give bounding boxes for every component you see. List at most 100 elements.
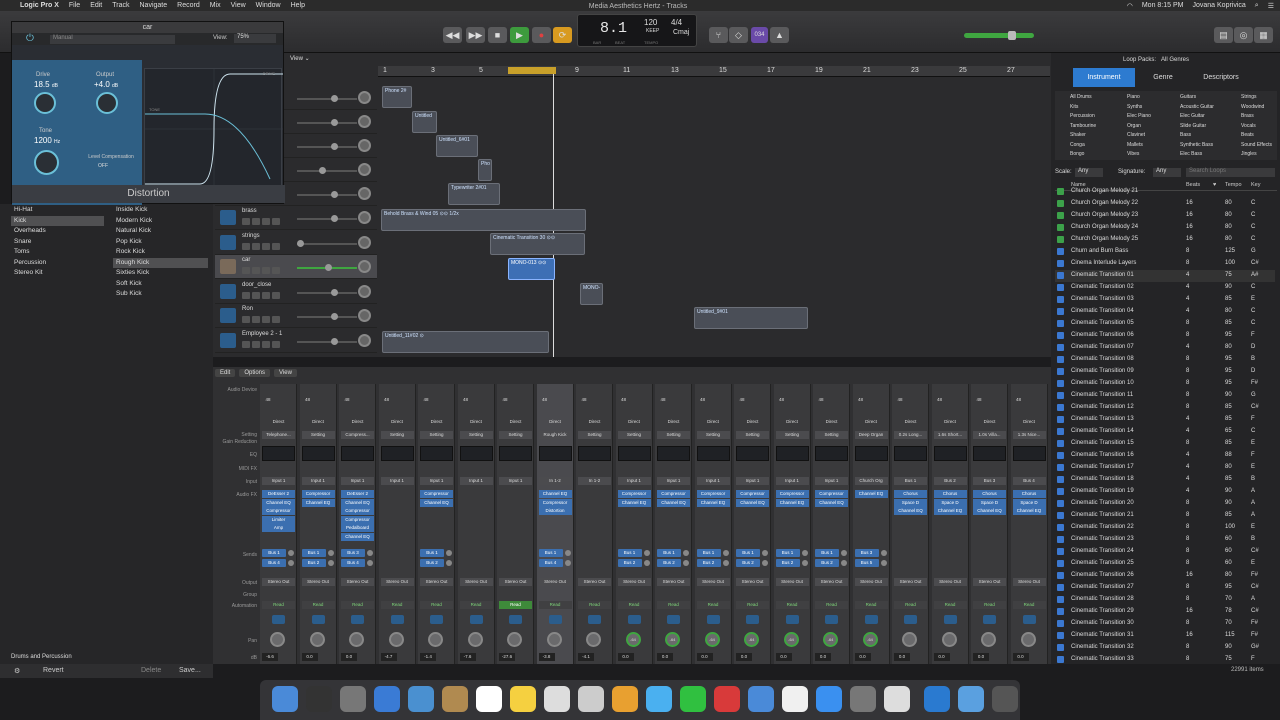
output-slot[interactable]: Stereo Out bbox=[499, 578, 532, 586]
automation-mode[interactable]: Read bbox=[696, 601, 730, 609]
signature-menu[interactable]: Any bbox=[1153, 168, 1181, 177]
messages-icon[interactable] bbox=[646, 686, 672, 712]
input-button[interactable] bbox=[272, 316, 280, 323]
music-icon[interactable] bbox=[782, 686, 808, 712]
pan-knob[interactable] bbox=[546, 632, 562, 647]
output-slot[interactable]: Stereo Out bbox=[854, 578, 888, 586]
output-slot[interactable]: Stereo Out bbox=[617, 578, 651, 586]
input-slot[interactable]: Church Org bbox=[854, 477, 888, 485]
fader-knob[interactable] bbox=[331, 313, 338, 320]
pan-knob[interactable] bbox=[358, 187, 371, 200]
send-slot[interactable]: Bus 4 bbox=[262, 559, 286, 567]
track-row[interactable]: Employee 2 - 1 bbox=[215, 329, 377, 353]
mute-button[interactable] bbox=[242, 218, 250, 225]
pan-knob[interactable] bbox=[358, 260, 371, 273]
send-level-knob[interactable] bbox=[327, 550, 334, 556]
input-slot[interactable]: Input 1 bbox=[420, 477, 453, 485]
finder-icon[interactable] bbox=[272, 686, 298, 712]
pan-knob[interactable] bbox=[388, 632, 404, 647]
send-level-knob[interactable] bbox=[683, 560, 689, 566]
volume-fader[interactable] bbox=[297, 289, 357, 296]
library-category[interactable]: Toms bbox=[11, 247, 104, 258]
audio-fx-slot[interactable]: Compressor bbox=[341, 515, 374, 524]
clock[interactable]: Mon 8:15 PM bbox=[1142, 2, 1184, 9]
output-slot[interactable]: Stereo Out bbox=[538, 578, 572, 586]
volume-fader[interactable] bbox=[297, 167, 357, 174]
send-level-knob[interactable] bbox=[446, 550, 452, 556]
eq-thumbnail[interactable] bbox=[973, 446, 1006, 461]
pan-knob[interactable] bbox=[981, 632, 996, 647]
region[interactable]: Untitled_9#01 bbox=[694, 307, 808, 329]
audio-fx-slot[interactable]: Channel EQ bbox=[657, 498, 690, 507]
input-slot[interactable]: Input 1 bbox=[775, 477, 809, 485]
automation-mode[interactable]: Read bbox=[380, 601, 414, 609]
pan-knob[interactable] bbox=[1020, 632, 1036, 647]
library-patch[interactable]: Rock Kick bbox=[113, 247, 208, 258]
send-slot[interactable]: Bus 1 bbox=[815, 549, 839, 557]
eq-thumbnail[interactable] bbox=[696, 446, 730, 461]
audio-fx-slot[interactable]: Channel EQ bbox=[933, 507, 967, 515]
setting-button[interactable]: Setting bbox=[499, 431, 532, 439]
send-level-knob[interactable] bbox=[367, 550, 373, 556]
automation-mode[interactable]: Read bbox=[262, 601, 295, 609]
input-slot[interactable]: In 1-2 bbox=[578, 477, 611, 485]
audio-fx-slot[interactable]: Space D bbox=[973, 498, 1006, 507]
mixer-menu-edit[interactable]: Edit bbox=[215, 369, 236, 377]
pan-knob[interactable]: -64 bbox=[625, 632, 641, 647]
channel-strip[interactable]: 48 Direct Setting Input 1 Stereo Out Read -7.6 bbox=[457, 384, 495, 664]
fader-knob[interactable] bbox=[331, 119, 338, 126]
send-level-knob[interactable] bbox=[801, 560, 808, 566]
loop-row[interactable]: Cinematic Transition 08 8 95 B bbox=[1055, 354, 1275, 366]
setting-button[interactable]: Rough Kick bbox=[538, 431, 572, 439]
output-slot[interactable]: Stereo Out bbox=[657, 578, 690, 586]
send-slot[interactable]: Bus 2 bbox=[420, 559, 444, 567]
channel-strip[interactable]: 48 Direct Setting Input 1 Compressor Channel … bbox=[813, 384, 850, 664]
loop-row[interactable]: Cinematic Transition 02 4 90 C bbox=[1055, 282, 1275, 294]
send-slot[interactable]: Bus 2 bbox=[617, 559, 642, 567]
eq-thumbnail[interactable] bbox=[617, 446, 651, 461]
send-slot[interactable]: Bus 2 bbox=[657, 559, 681, 567]
keyword-button[interactable]: Bongo bbox=[1070, 151, 1084, 157]
input-slot[interactable]: Input 1 bbox=[459, 477, 493, 485]
tab-genre[interactable]: Genre bbox=[1140, 68, 1186, 87]
master-volume-knob[interactable] bbox=[1008, 31, 1016, 40]
setting-button[interactable]: 0.2s Long... bbox=[894, 431, 927, 439]
input-slot[interactable]: Bus 4 bbox=[1012, 477, 1046, 485]
master-volume-slider[interactable] bbox=[964, 33, 1034, 38]
audio-fx-slot[interactable]: Channel EQ bbox=[1012, 507, 1046, 515]
power-icon[interactable]: ⏻ bbox=[26, 33, 34, 44]
eq-thumbnail[interactable] bbox=[736, 446, 769, 461]
loop-row[interactable]: Church Organ Melody 21 bbox=[1055, 186, 1275, 198]
keyword-button[interactable]: Slide Guitar bbox=[1180, 123, 1206, 129]
channel-strip[interactable]: 48 Direct Setting Input 1 Compressor Channel … bbox=[734, 384, 771, 664]
audio-fx-slot[interactable]: Channel EQ bbox=[262, 498, 295, 507]
output-slot[interactable]: Stereo Out bbox=[815, 578, 848, 586]
pan-knob[interactable]: -64 bbox=[744, 632, 759, 647]
send-level-knob[interactable] bbox=[683, 550, 689, 556]
track-row[interactable]: door_close bbox=[215, 280, 377, 304]
pan-knob[interactable] bbox=[270, 632, 285, 647]
forward-button[interactable]: ▶▶ bbox=[466, 27, 485, 43]
wifi-icon[interactable]: ◠ bbox=[1127, 2, 1133, 10]
audio-fx-slot[interactable]: Amp bbox=[262, 524, 295, 532]
library-category[interactable]: Stereo Kit bbox=[11, 268, 104, 279]
loop-row[interactable]: Cinematic Transition 06 8 95 F bbox=[1055, 330, 1275, 342]
keyword-button[interactable]: Elec Bass bbox=[1180, 151, 1202, 157]
channel-strip[interactable]: 48 Direct Telephone... Input 1 DeEsser 2 Chan… bbox=[260, 384, 297, 664]
audio-fx-slot[interactable]: DeEsser 2 bbox=[341, 490, 374, 498]
audio-fx-slot[interactable]: Limiter bbox=[262, 515, 295, 524]
output-slot[interactable]: Stereo Out bbox=[380, 578, 414, 586]
tone-knob[interactable] bbox=[34, 150, 59, 175]
automation-mode[interactable]: Read bbox=[894, 601, 927, 609]
loop-row[interactable]: Cinematic Transition 01 4 75 A# bbox=[1055, 270, 1275, 282]
setting-button[interactable]: Setting bbox=[775, 431, 809, 439]
output-slot[interactable]: Stereo Out bbox=[1012, 578, 1046, 586]
output-slot[interactable]: Stereo Out bbox=[301, 578, 335, 586]
channel-strip[interactable]: 48 Direct 1.3s Nice... Bus 4 Chorus Space D Ch… bbox=[1010, 384, 1048, 664]
loop-browser-icon[interactable]: ◎ bbox=[1234, 27, 1253, 43]
mute-button[interactable] bbox=[242, 243, 250, 250]
volume-fader[interactable] bbox=[297, 95, 357, 102]
automation-mode[interactable]: Read bbox=[459, 601, 493, 609]
setting-button[interactable]: Setting bbox=[380, 431, 414, 439]
output-slot[interactable]: Stereo Out bbox=[973, 578, 1006, 586]
